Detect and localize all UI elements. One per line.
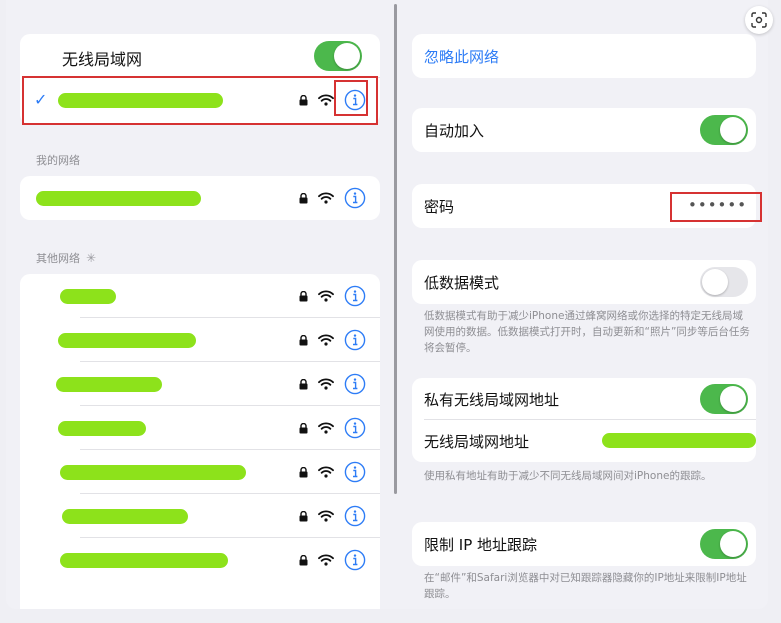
info-icon[interactable] bbox=[344, 285, 366, 307]
my-networks-card bbox=[20, 176, 380, 220]
wlan-label: 无线局域网 bbox=[62, 50, 143, 69]
scan-icon bbox=[751, 12, 767, 28]
limit-ip-card: 限制 IP 地址跟踪 bbox=[412, 522, 756, 566]
wifi-icon bbox=[318, 192, 334, 204]
info-icon[interactable] bbox=[344, 505, 366, 527]
info-icon[interactable] bbox=[344, 461, 366, 483]
redacted-network-name bbox=[56, 377, 162, 392]
auto-join-row: 自动加入 bbox=[412, 108, 756, 152]
network-icons bbox=[299, 406, 366, 450]
info-icon[interactable] bbox=[344, 373, 366, 395]
limit-ip-toggle[interactable] bbox=[700, 529, 748, 559]
redacted-network-name bbox=[36, 191, 201, 206]
other-networks-title: 其他网络 ✳ bbox=[36, 251, 97, 265]
limit-ip-row: 限制 IP 地址跟踪 bbox=[412, 522, 756, 566]
my-networks-title: 我的网络 bbox=[36, 154, 80, 167]
lock-icon bbox=[299, 422, 308, 434]
wifi-icon bbox=[318, 554, 334, 566]
redacted-mac-address bbox=[602, 433, 756, 448]
highlight-box-password bbox=[670, 192, 762, 222]
lock-icon bbox=[299, 554, 308, 566]
redacted-network-name bbox=[62, 509, 188, 524]
wlan-toggle[interactable] bbox=[314, 41, 362, 71]
wifi-icon bbox=[318, 466, 334, 478]
split-view-divider[interactable] bbox=[394, 4, 397, 494]
my-network-row[interactable] bbox=[20, 176, 380, 220]
other-network-row[interactable] bbox=[20, 362, 380, 406]
network-icons bbox=[299, 450, 366, 494]
info-icon[interactable] bbox=[344, 329, 366, 351]
private-address-card: 私有无线局域网地址 无线局域网地址 bbox=[412, 378, 756, 462]
wifi-icon bbox=[318, 422, 334, 434]
low-data-card: 低数据模式 bbox=[412, 260, 756, 304]
network-icons bbox=[299, 538, 366, 582]
auto-join-label: 自动加入 bbox=[424, 122, 485, 140]
lock-icon bbox=[299, 192, 308, 204]
wlan-address-label: 无线局域网地址 bbox=[424, 433, 530, 451]
info-icon[interactable] bbox=[344, 187, 366, 209]
lock-icon bbox=[299, 466, 308, 478]
screenshot-lens-button[interactable] bbox=[745, 6, 773, 34]
other-network-row[interactable] bbox=[20, 274, 380, 318]
loading-spinner-icon: ✳ bbox=[86, 251, 97, 265]
my-network-icons bbox=[299, 176, 366, 220]
lock-icon bbox=[299, 378, 308, 390]
low-data-label: 低数据模式 bbox=[424, 274, 500, 292]
private-address-label: 私有无线局域网地址 bbox=[424, 391, 560, 409]
limit-ip-description: 在“邮件”和Safari浏览器中对已知跟踪器隐藏你的IP地址来限制IP地址跟踪。 bbox=[424, 572, 747, 600]
forget-network-row[interactable]: 忽略此网络 bbox=[412, 34, 756, 78]
limit-ip-label: 限制 IP 地址跟踪 bbox=[424, 536, 538, 554]
lock-icon bbox=[299, 290, 308, 302]
wlan-address-row: 无线局域网地址 bbox=[412, 420, 756, 462]
wifi-icon bbox=[318, 378, 334, 390]
settings-frame: 无线局域网 ✓ 我的网络 其他网络 ✳ 忽略此网络 自动加入 密码 ••••••… bbox=[6, 0, 768, 609]
low-data-row: 低数据模式 bbox=[412, 260, 756, 304]
other-network-row[interactable] bbox=[20, 318, 380, 362]
network-icons bbox=[299, 494, 366, 538]
private-address-toggle[interactable] bbox=[700, 384, 748, 414]
redacted-network-name bbox=[60, 553, 228, 568]
redacted-network-name bbox=[60, 289, 116, 304]
redacted-network-name bbox=[60, 465, 246, 480]
other-network-row[interactable] bbox=[20, 450, 380, 494]
other-network-row[interactable] bbox=[20, 494, 380, 538]
wlan-toggle-row: 无线局域网 bbox=[20, 34, 380, 78]
lock-icon bbox=[299, 510, 308, 522]
highlight-box-connected bbox=[22, 76, 378, 125]
wifi-icon bbox=[318, 510, 334, 522]
other-network-row[interactable] bbox=[20, 538, 380, 582]
info-icon[interactable] bbox=[344, 417, 366, 439]
network-icons bbox=[299, 274, 366, 318]
lock-icon bbox=[299, 334, 308, 346]
redacted-network-name bbox=[58, 421, 146, 436]
low-data-description: 低数据模式有助于减少iPhone通过蜂窝网络或你选择的特定无线局域网使用的数据。… bbox=[424, 310, 750, 354]
wifi-icon bbox=[318, 334, 334, 346]
low-data-toggle[interactable] bbox=[700, 267, 748, 297]
forget-network-button[interactable]: 忽略此网络 bbox=[424, 46, 499, 67]
other-networks-card bbox=[20, 274, 380, 609]
auto-join-toggle[interactable] bbox=[700, 115, 748, 145]
password-label: 密码 bbox=[424, 198, 455, 216]
private-address-description: 使用私有地址有助于减少不同无线局域网间对iPhone的跟踪。 bbox=[424, 470, 712, 482]
network-icons bbox=[299, 362, 366, 406]
private-address-row: 私有无线局域网地址 bbox=[412, 378, 756, 420]
info-icon[interactable] bbox=[344, 549, 366, 571]
redacted-network-name bbox=[58, 333, 196, 348]
wifi-icon bbox=[318, 290, 334, 302]
forget-network-card: 忽略此网络 bbox=[412, 34, 756, 78]
auto-join-card: 自动加入 bbox=[412, 108, 756, 152]
highlight-box-info bbox=[334, 80, 368, 116]
network-icons bbox=[299, 318, 366, 362]
other-network-row[interactable] bbox=[20, 406, 380, 450]
